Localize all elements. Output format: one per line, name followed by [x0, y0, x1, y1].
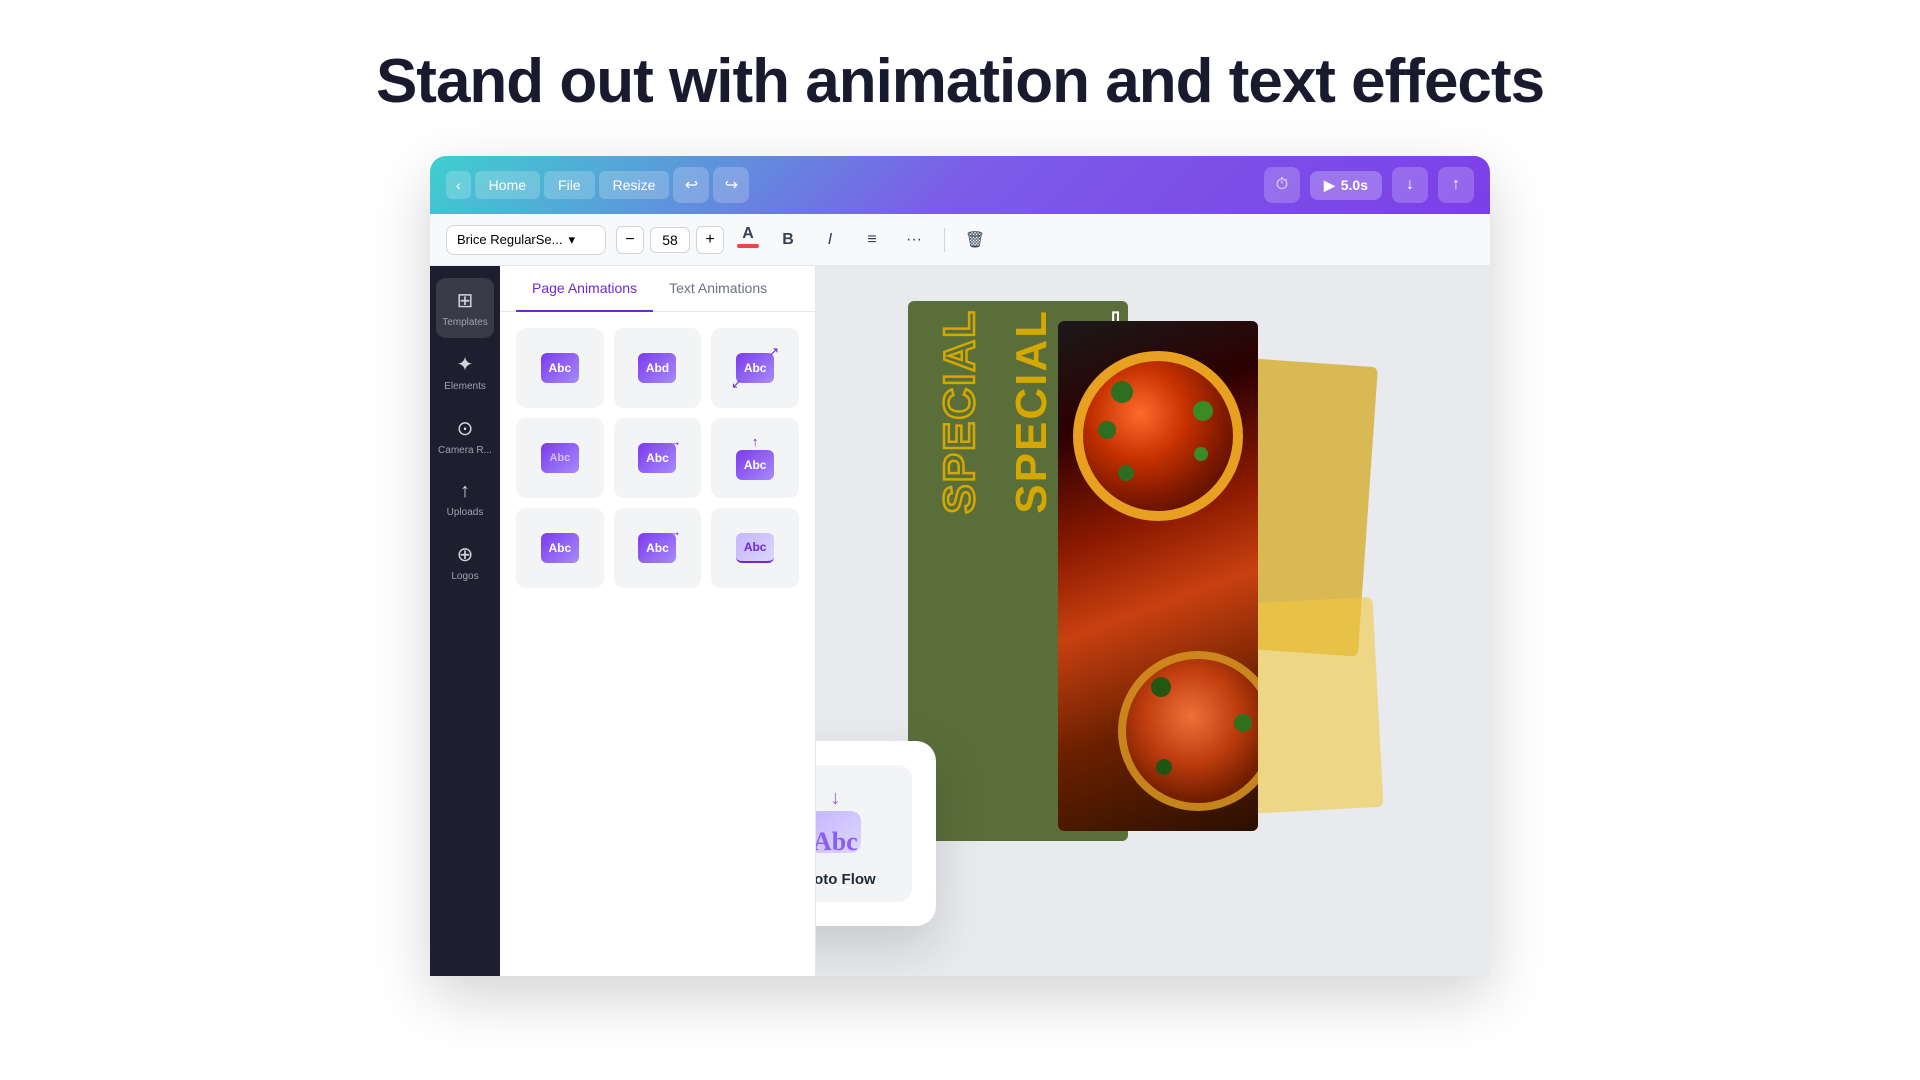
- anim-icon-9: Abc: [729, 522, 781, 574]
- sidebar-item-uploads[interactable]: ↑ Uploads: [436, 470, 494, 528]
- logos-icon: ⊕: [457, 542, 474, 567]
- header-right: ⏱ ▶ 5.0s ↓ ↑: [1264, 167, 1474, 203]
- font-selector[interactable]: Brice RegularSe... ▾: [446, 225, 606, 255]
- anim-card-1[interactable]: Abc: [516, 328, 604, 408]
- anim-card-7[interactable]: Abc: [516, 508, 604, 588]
- main-content: ⊞ Templates ✦ Elements ⊙ Camera R... ↑ U…: [430, 266, 1490, 976]
- camera-label: Camera R...: [438, 445, 492, 456]
- photo-flow-icon: ↓ Abc: [816, 783, 875, 863]
- yellow-panel: [1058, 321, 1258, 831]
- text-col-2: SPECIAL: [986, 309, 1054, 514]
- tab-text-animations[interactable]: Text Animations: [653, 266, 783, 312]
- anim-card-9[interactable]: Abc: [711, 508, 799, 588]
- anim-card-8[interactable]: → Abc: [614, 508, 702, 588]
- toolbar-separator: [944, 228, 945, 252]
- animation-grid: Abc Abd ↗ ↙ Abc: [500, 312, 815, 604]
- pizza-card: SPECIAL SPECIAL SPECIAL: [908, 301, 1398, 941]
- anim-card-6[interactable]: ↑ Abc: [711, 418, 799, 498]
- anim-card-3[interactable]: ↗ ↙ Abc: [711, 328, 799, 408]
- toolbar: Brice RegularSe... ▾ − 58 + A B I ≡ ··· …: [430, 214, 1490, 266]
- popup-cards-row: ↺ Abc Tumble ↗ ↙: [816, 765, 912, 902]
- logos-label: Logos: [451, 571, 478, 582]
- anim-icon-1: Abc: [534, 342, 586, 394]
- sidebar-item-logos[interactable]: ⊕ Logos: [436, 532, 494, 592]
- bold-button[interactable]: B: [772, 224, 804, 256]
- anim-icon-7: Abc: [534, 522, 586, 574]
- text-col-1: SPECIAL: [914, 309, 982, 514]
- anim-icon-8: → Abc: [631, 522, 683, 574]
- tab-page-animations[interactable]: Page Animations: [516, 266, 653, 312]
- color-picker[interactable]: A: [734, 226, 762, 254]
- redo-button[interactable]: ↪: [713, 167, 749, 203]
- app-header: ‹ Home File Resize ↩ ↪ ⏱ ▶ 5.0s ↓ ↑: [430, 156, 1490, 214]
- elements-icon: ✦: [457, 352, 474, 377]
- app-window: ‹ Home File Resize ↩ ↪ ⏱ ▶ 5.0s ↓ ↑ Bric…: [430, 156, 1490, 976]
- anim-icon-5: → Abc: [631, 432, 683, 484]
- animation-popup: ↺ Abc Tumble ↗ ↙: [816, 741, 936, 926]
- timer-button[interactable]: ⏱: [1264, 167, 1300, 203]
- file-button[interactable]: File: [544, 171, 595, 199]
- download-button[interactable]: ↓: [1392, 167, 1428, 203]
- anim-card-2[interactable]: Abd: [614, 328, 702, 408]
- templates-label: Templates: [442, 317, 488, 328]
- back-button[interactable]: ‹: [446, 171, 471, 199]
- font-size-value[interactable]: 58: [650, 227, 690, 253]
- animation-panel: Page Animations Text Animations Abc Abd: [500, 266, 816, 976]
- elements-label: Elements: [444, 381, 486, 392]
- align-button[interactable]: ≡: [856, 224, 888, 256]
- panel-tabs: Page Animations Text Animations: [500, 266, 815, 312]
- duration-label: 5.0s: [1341, 177, 1368, 193]
- italic-button[interactable]: I: [814, 224, 846, 256]
- anim-icon-6: ↑ Abc: [729, 432, 781, 484]
- play-icon: ▶: [1324, 177, 1335, 194]
- anim-icon-2: Abd: [631, 342, 683, 394]
- canvas-area: SPECIAL SPECIAL SPECIAL: [816, 266, 1490, 976]
- anim-card-4[interactable]: Abc: [516, 418, 604, 498]
- uploads-icon: ↑: [460, 480, 470, 503]
- font-size-minus[interactable]: −: [616, 226, 644, 254]
- share-button[interactable]: ↑: [1438, 167, 1474, 203]
- sidebar-item-templates[interactable]: ⊞ Templates: [436, 278, 494, 338]
- chevron-down-icon: ▾: [569, 232, 576, 248]
- color-bar: [737, 244, 759, 248]
- templates-icon: ⊞: [457, 288, 474, 313]
- photo-flow-label: Photo Flow: [816, 871, 876, 888]
- camera-icon: ⊙: [457, 416, 474, 441]
- anim-card-5[interactable]: → Abc: [614, 418, 702, 498]
- anim-icon-3: ↗ ↙ Abc: [729, 342, 781, 394]
- header-nav: ‹ Home File Resize ↩ ↪: [446, 167, 749, 203]
- anim-icon-4: Abc: [534, 432, 586, 484]
- sidebar-item-elements[interactable]: ✦ Elements: [436, 342, 494, 402]
- home-button[interactable]: Home: [475, 171, 540, 199]
- color-a-label: A: [742, 226, 754, 242]
- sidebar-item-camera[interactable]: ⊙ Camera R...: [436, 406, 494, 466]
- font-size-plus[interactable]: +: [696, 226, 724, 254]
- hero-heading: Stand out with animation and text effect…: [376, 48, 1544, 116]
- play-button[interactable]: ▶ 5.0s: [1310, 171, 1382, 200]
- font-size-control: − 58 +: [616, 226, 724, 254]
- undo-button[interactable]: ↩: [673, 167, 709, 203]
- popup-card-photo-flow[interactable]: ↓ Abc Photo Flow: [816, 765, 912, 902]
- resize-button[interactable]: Resize: [599, 171, 670, 199]
- uploads-label: Uploads: [447, 507, 484, 518]
- font-name-label: Brice RegularSe...: [457, 232, 563, 247]
- delete-button[interactable]: 🗑: [959, 224, 991, 256]
- more-button[interactable]: ···: [898, 224, 930, 256]
- sidebar: ⊞ Templates ✦ Elements ⊙ Camera R... ↑ U…: [430, 266, 500, 976]
